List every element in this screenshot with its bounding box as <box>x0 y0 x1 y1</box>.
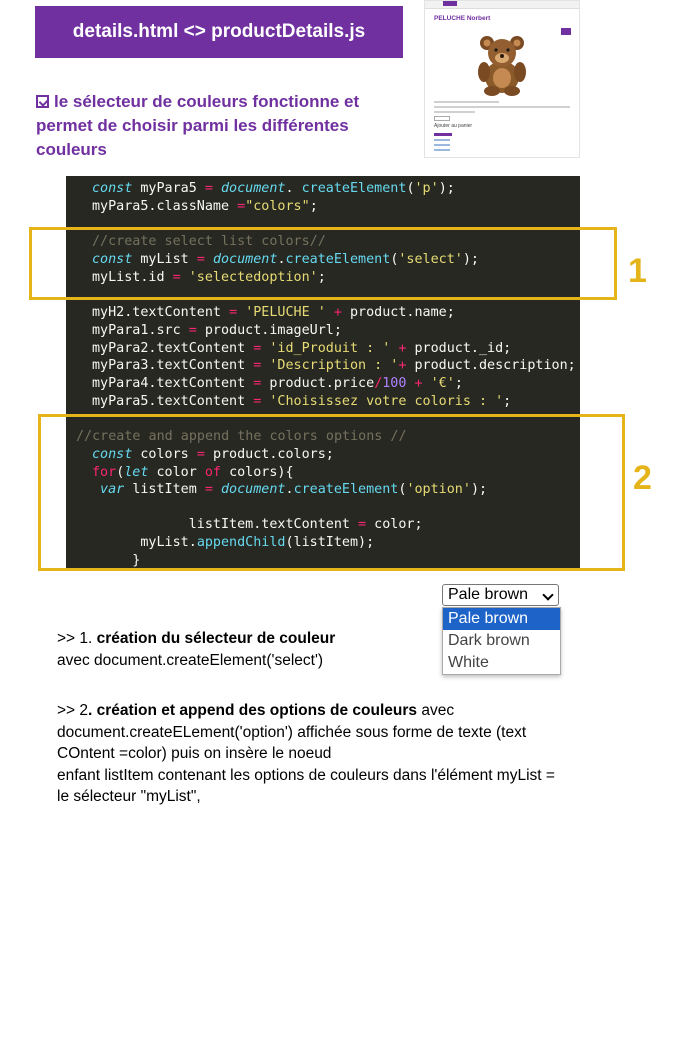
checklist-text: le sélecteur de couleurs fonctionne et p… <box>36 92 360 159</box>
preview-logo <box>443 1 457 6</box>
code-line: myPara5.className ="colors"; <box>92 199 318 214</box>
preview-badge <box>561 28 571 35</box>
product-page-preview: PELUCHE Norbert Ajouter au panier <box>424 0 580 158</box>
checklist-item: le sélecteur de couleurs fonctionne et p… <box>36 90 408 162</box>
highlight-label-2: 2 <box>633 459 652 497</box>
teddy-bear-image <box>478 36 526 96</box>
explanation-2: >> 2. création et append des options de … <box>57 700 657 808</box>
explanation-2-line: enfant listItem contenant les options de… <box>57 766 555 784</box>
code-line: myPara2.textContent = 'id_Produit : ' + … <box>92 341 512 356</box>
preview-links <box>434 133 452 154</box>
code-line: const myPara5 = document. createElement(… <box>92 181 455 196</box>
explanation-1: >> 1. création du sélecteur de couleur a… <box>57 628 657 671</box>
code-line: myPara3.textContent = 'Description : '+ … <box>92 358 576 373</box>
preview-product-title: PELUCHE Norbert <box>434 15 491 22</box>
preview-details <box>434 101 570 121</box>
code-line: myPara4.textContent = product.price/100 … <box>92 376 463 391</box>
preview-navbar <box>425 1 579 9</box>
color-select[interactable]: Pale brown <box>442 584 559 606</box>
explanation-2-line: le sélecteur "myList", <box>57 788 201 806</box>
highlight-label-1: 1 <box>628 252 647 290</box>
page-title: details.html <> productDetails.js <box>35 6 403 58</box>
preview-add-to-cart: Ajouter au panier <box>434 123 473 129</box>
explanation-1-detail: avec document.createElement('select') <box>57 651 324 669</box>
explanation-2-line: COntent =color) puis on insère le noeud <box>57 745 332 763</box>
color-select-value: Pale brown <box>448 586 529 603</box>
explanation-2-title: >> 2. création et append des options de … <box>57 702 455 719</box>
highlight-frame-2 <box>38 414 625 571</box>
code-line: myPara5.textContent = 'Choisissez votre … <box>92 394 512 409</box>
explanation-2-line: document.createELement('option') affiché… <box>57 723 527 741</box>
explanation-1-title: >> 1. création du sélecteur de couleur <box>57 630 336 647</box>
checkbox-checked-icon <box>36 95 49 108</box>
code-line: myH2.textContent = 'PELUCHE ' + product.… <box>92 305 455 320</box>
color-option[interactable]: Pale brown <box>443 608 560 630</box>
highlight-frame-1 <box>29 227 617 300</box>
code-line: myPara1.src = product.imageUrl; <box>92 323 342 338</box>
chevron-down-icon <box>542 589 554 601</box>
